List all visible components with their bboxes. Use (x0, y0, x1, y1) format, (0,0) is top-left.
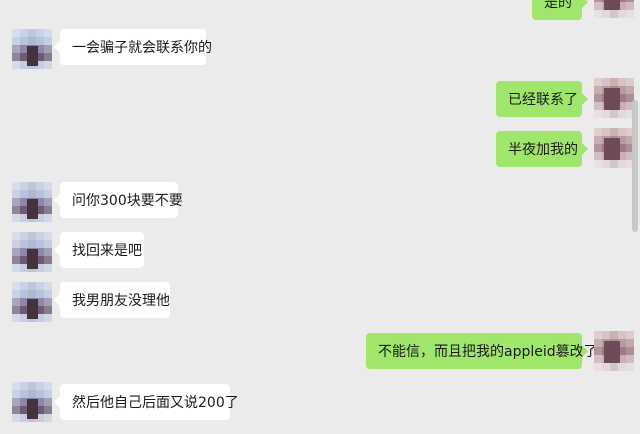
my-avatar[interactable] (594, 128, 634, 168)
contact-avatar[interactable] (12, 182, 52, 222)
message-text: 不能信，而且把我的appleid篡改了 (378, 344, 598, 360)
message-text: 是的 (544, 0, 572, 11)
message-bubble-incoming[interactable]: 一会骗子就会联系你的 (54, 29, 212, 65)
contact-avatar[interactable] (12, 232, 52, 272)
my-avatar[interactable] (594, 78, 634, 118)
message-bubble-incoming[interactable]: 找回来是吧 (54, 232, 144, 268)
my-avatar[interactable] (594, 331, 634, 371)
message-text: 问你300块要不要 (72, 193, 183, 209)
contact-avatar[interactable] (12, 282, 52, 322)
message-text: 一会骗子就会联系你的 (72, 40, 212, 56)
message-text: 找回来是吧 (72, 243, 142, 259)
scrollbar[interactable] (632, 100, 638, 232)
message-text: 半夜加我的 (508, 142, 578, 158)
message-bubble-incoming[interactable]: 问你300块要不要 (54, 182, 183, 218)
contact-avatar[interactable] (12, 382, 52, 422)
message-bubble-incoming[interactable]: 然后他自己后面又说200了 (54, 384, 239, 420)
chat-window: 是的 一会骗子就会联系你的 已经联系了 半夜加我的 问你300块要不要 找回来是… (0, 0, 640, 434)
message-text: 已经联系了 (508, 92, 578, 108)
message-text: 我男朋友没理他 (72, 293, 170, 309)
message-bubble-outgoing[interactable]: 是的 (532, 0, 588, 20)
message-bubble-outgoing[interactable]: 半夜加我的 (496, 131, 588, 167)
message-bubble-outgoing[interactable]: 已经联系了 (496, 81, 588, 117)
contact-avatar[interactable] (12, 29, 52, 69)
my-avatar[interactable] (594, 0, 634, 18)
message-bubble-incoming[interactable]: 我男朋友没理他 (54, 282, 170, 318)
message-bubble-outgoing[interactable]: 不能信，而且把我的appleid篡改了 (366, 333, 598, 369)
message-text: 然后他自己后面又说200了 (72, 395, 239, 411)
